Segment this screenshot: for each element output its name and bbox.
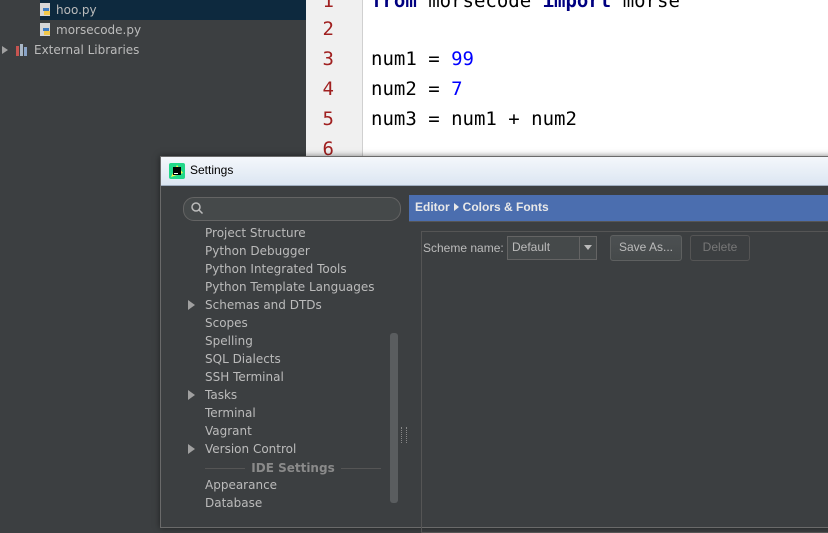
settings-dialog: Settings Project Structure Python Debugg…: [160, 156, 828, 533]
nav-item-sql-dialects[interactable]: SQL Dialects: [205, 350, 281, 368]
nav-item-version-control[interactable]: Version Control: [205, 440, 296, 458]
tree-item-label: morsecode.py: [56, 23, 142, 37]
number-literal: 99: [451, 48, 474, 70]
line-number: 1: [322, 0, 334, 12]
ide-settings-section-header: IDE Settings: [205, 459, 381, 477]
dialog-titlebar[interactable]: Settings: [161, 157, 828, 186]
save-as-button[interactable]: Save As...: [610, 235, 682, 261]
chevron-right-icon: [453, 203, 459, 211]
python-file-icon: [40, 23, 50, 36]
tree-item-label: External Libraries: [34, 43, 140, 57]
nav-item-spelling[interactable]: Spelling: [205, 332, 253, 350]
scheme-name-label: Scheme name:: [423, 241, 504, 255]
nav-item-python-integrated-tools[interactable]: Python Integrated Tools: [205, 260, 347, 278]
keyword: import: [542, 0, 612, 12]
expand-arrow-icon[interactable]: [2, 46, 8, 54]
tree-item-morsecode-py[interactable]: morsecode.py: [40, 20, 141, 40]
code-text: morse: [611, 0, 680, 12]
nav-item-ssh-terminal[interactable]: SSH Terminal: [205, 368, 284, 386]
expand-arrow-icon[interactable]: [188, 444, 195, 454]
nav-item-schemas-and-dtds[interactable]: Schemas and DTDs: [205, 296, 322, 314]
settings-content-panel: [421, 231, 828, 533]
line-number: 4: [322, 78, 334, 100]
code-line: from morsecode import morse: [371, 0, 680, 12]
expand-arrow-icon[interactable]: [188, 300, 195, 310]
line-number: 2: [322, 18, 334, 40]
panel-splitter-handle[interactable]: [401, 427, 407, 443]
nav-item-project-structure[interactable]: Project Structure: [205, 224, 306, 242]
keyword: from: [371, 0, 417, 12]
code-text: num2 =: [371, 78, 452, 100]
nav-item-python-template-languages[interactable]: Python Template Languages: [205, 278, 374, 296]
nav-item-database[interactable]: Database: [205, 494, 262, 512]
code-line: num3 = num1 + num2: [371, 108, 577, 130]
breadcrumb-parent: Editor: [415, 200, 450, 214]
chevron-down-icon: [584, 245, 592, 250]
breadcrumb: Editor Colors & Fonts: [409, 195, 828, 222]
nav-item-tasks[interactable]: Tasks: [205, 386, 237, 404]
code-line: num1 = 99: [371, 48, 474, 70]
tree-item-external-libraries[interactable]: External Libraries: [2, 40, 139, 60]
code-text: morsecode: [416, 0, 543, 12]
scheme-select[interactable]: Default: [507, 236, 597, 260]
project-panel: hoo.py morsecode.py External Libraries: [0, 0, 306, 160]
nav-item-python-debugger[interactable]: Python Debugger: [205, 242, 310, 260]
code-text: num1 =: [371, 48, 452, 70]
scheme-select-value: Default: [512, 240, 551, 254]
nav-item-terminal[interactable]: Terminal: [205, 404, 256, 422]
search-icon: [191, 202, 204, 215]
python-file-icon: [40, 3, 50, 16]
line-number: 5: [322, 108, 334, 130]
code-line: num2 = 7: [371, 78, 463, 100]
library-icon: [16, 44, 27, 56]
tree-item-hoo-py[interactable]: hoo.py: [40, 0, 306, 20]
line-number: 3: [322, 48, 334, 70]
dialog-title: Settings: [190, 163, 234, 177]
nav-scrollbar[interactable]: [390, 333, 398, 503]
nav-item-appearance[interactable]: Appearance: [205, 476, 277, 494]
number-literal: 7: [451, 78, 463, 100]
settings-search-input[interactable]: [183, 197, 401, 221]
breadcrumb-current: Colors & Fonts: [462, 200, 549, 214]
scheme-dropdown-button[interactable]: [579, 237, 596, 259]
delete-button[interactable]: Delete: [690, 235, 750, 261]
expand-arrow-icon[interactable]: [188, 390, 195, 400]
tree-item-label: hoo.py: [56, 3, 97, 17]
code-text: num3 = num1 + num2: [371, 108, 577, 130]
nav-item-scopes[interactable]: Scopes: [205, 314, 248, 332]
pycharm-app-icon: [169, 163, 185, 179]
nav-item-vagrant[interactable]: Vagrant: [205, 422, 252, 440]
